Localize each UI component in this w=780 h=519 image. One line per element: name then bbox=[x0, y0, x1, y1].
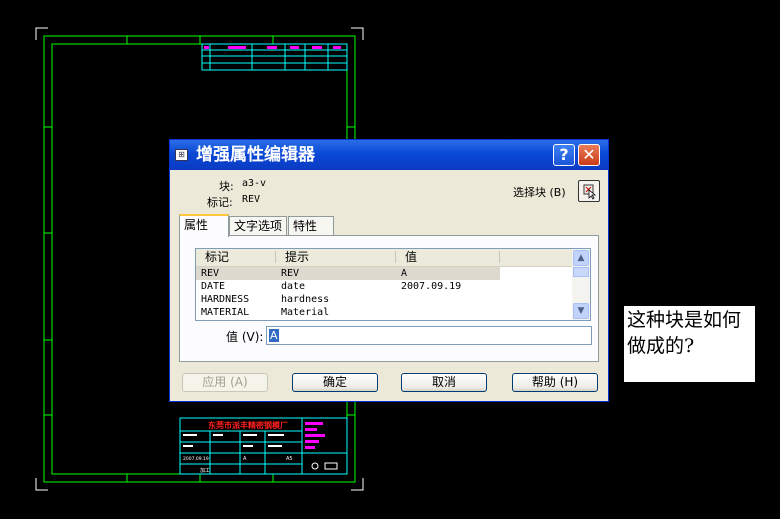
title-block-date: 2007.09.19 bbox=[183, 456, 209, 462]
row-tag: MATERIAL bbox=[201, 307, 250, 318]
value-input[interactable]: A bbox=[266, 326, 592, 345]
row-value: 2007.09.19 bbox=[401, 281, 462, 292]
column-value[interactable]: 值 bbox=[405, 250, 417, 265]
tab-text-options[interactable]: 文字选项 bbox=[229, 216, 287, 235]
scroll-down-icon[interactable]: ▼ bbox=[573, 303, 589, 319]
tab-properties[interactable]: 特性 bbox=[288, 216, 334, 235]
row-value: A bbox=[401, 268, 408, 279]
title-block-process: 加工 bbox=[200, 467, 210, 474]
title-block-small-text bbox=[183, 434, 284, 447]
pick-cursor-icon bbox=[583, 184, 597, 200]
tab-attributes[interactable]: 属性 bbox=[179, 214, 229, 237]
block-value: a3-v bbox=[242, 178, 267, 189]
column-prompt[interactable]: 提示 bbox=[285, 250, 309, 265]
help-button[interactable]: 帮助 (H) bbox=[512, 373, 598, 392]
row-prompt: Material bbox=[281, 307, 330, 318]
row-prompt: REV bbox=[281, 268, 300, 279]
enhanced-attribute-editor-dialog: ⊞ 增强属性编辑器 ? ✕ 块: a3-v 标记: REV 选择块 (B) 属性… bbox=[169, 139, 609, 402]
list-header: 标记 提示 值 bbox=[196, 249, 572, 267]
row-tag: HARDNESS bbox=[201, 294, 250, 305]
scroll-thumb[interactable] bbox=[573, 267, 589, 277]
help-title-button[interactable]: ? bbox=[553, 144, 575, 166]
value-label: 值 (V): bbox=[226, 330, 264, 344]
tag-label: 标记: bbox=[207, 196, 233, 209]
block-label: 块: bbox=[219, 180, 234, 193]
column-separator bbox=[395, 251, 396, 263]
row-prompt: date bbox=[281, 281, 306, 292]
close-button[interactable]: ✕ bbox=[578, 144, 600, 166]
apply-button[interactable]: 应用 (A) bbox=[182, 373, 268, 392]
title-block-size: A5 bbox=[286, 456, 293, 462]
projection-symbol bbox=[311, 462, 338, 470]
cancel-button[interactable]: 取消 bbox=[401, 373, 487, 392]
column-separator bbox=[499, 251, 500, 263]
row-tag: REV bbox=[201, 268, 220, 279]
tag-value: REV bbox=[242, 194, 261, 205]
table-row[interactable]: REV REV A bbox=[196, 267, 500, 280]
revision-table-marks bbox=[204, 46, 341, 49]
ok-button[interactable]: 确定 bbox=[292, 373, 378, 392]
row-prompt: hardness bbox=[281, 294, 330, 305]
list-scrollbar[interactable]: ▲ ▼ bbox=[572, 249, 590, 320]
title-block-company: 东莞市派丰精密钢模厂 bbox=[208, 420, 288, 430]
table-row[interactable]: MATERIAL Material bbox=[196, 306, 572, 319]
table-row[interactable]: HARDNESS hardness bbox=[196, 293, 572, 306]
scroll-up-icon[interactable]: ▲ bbox=[573, 250, 589, 266]
attribute-list[interactable]: 标记 提示 值 REV REV A DATE date 2007.09.19 H… bbox=[195, 248, 591, 321]
column-tag[interactable]: 标记 bbox=[205, 250, 229, 265]
question-note: 这种块是如何做成的? bbox=[624, 306, 755, 382]
table-row[interactable]: DATE date 2007.09.19 bbox=[196, 280, 572, 293]
value-input-text: A bbox=[269, 329, 279, 342]
title-block-rev: A bbox=[243, 456, 247, 462]
title-block-marks bbox=[305, 422, 325, 449]
select-block-button[interactable] bbox=[578, 180, 600, 202]
row-tag: DATE bbox=[201, 281, 226, 292]
dialog-title: 增强属性编辑器 bbox=[196, 145, 315, 165]
app-icon: ⊞ bbox=[175, 149, 188, 161]
dialog-titlebar[interactable]: ⊞ 增强属性编辑器 ? ✕ bbox=[170, 140, 608, 170]
column-separator bbox=[275, 251, 276, 263]
select-block-label: 选择块 (B) bbox=[513, 186, 566, 199]
